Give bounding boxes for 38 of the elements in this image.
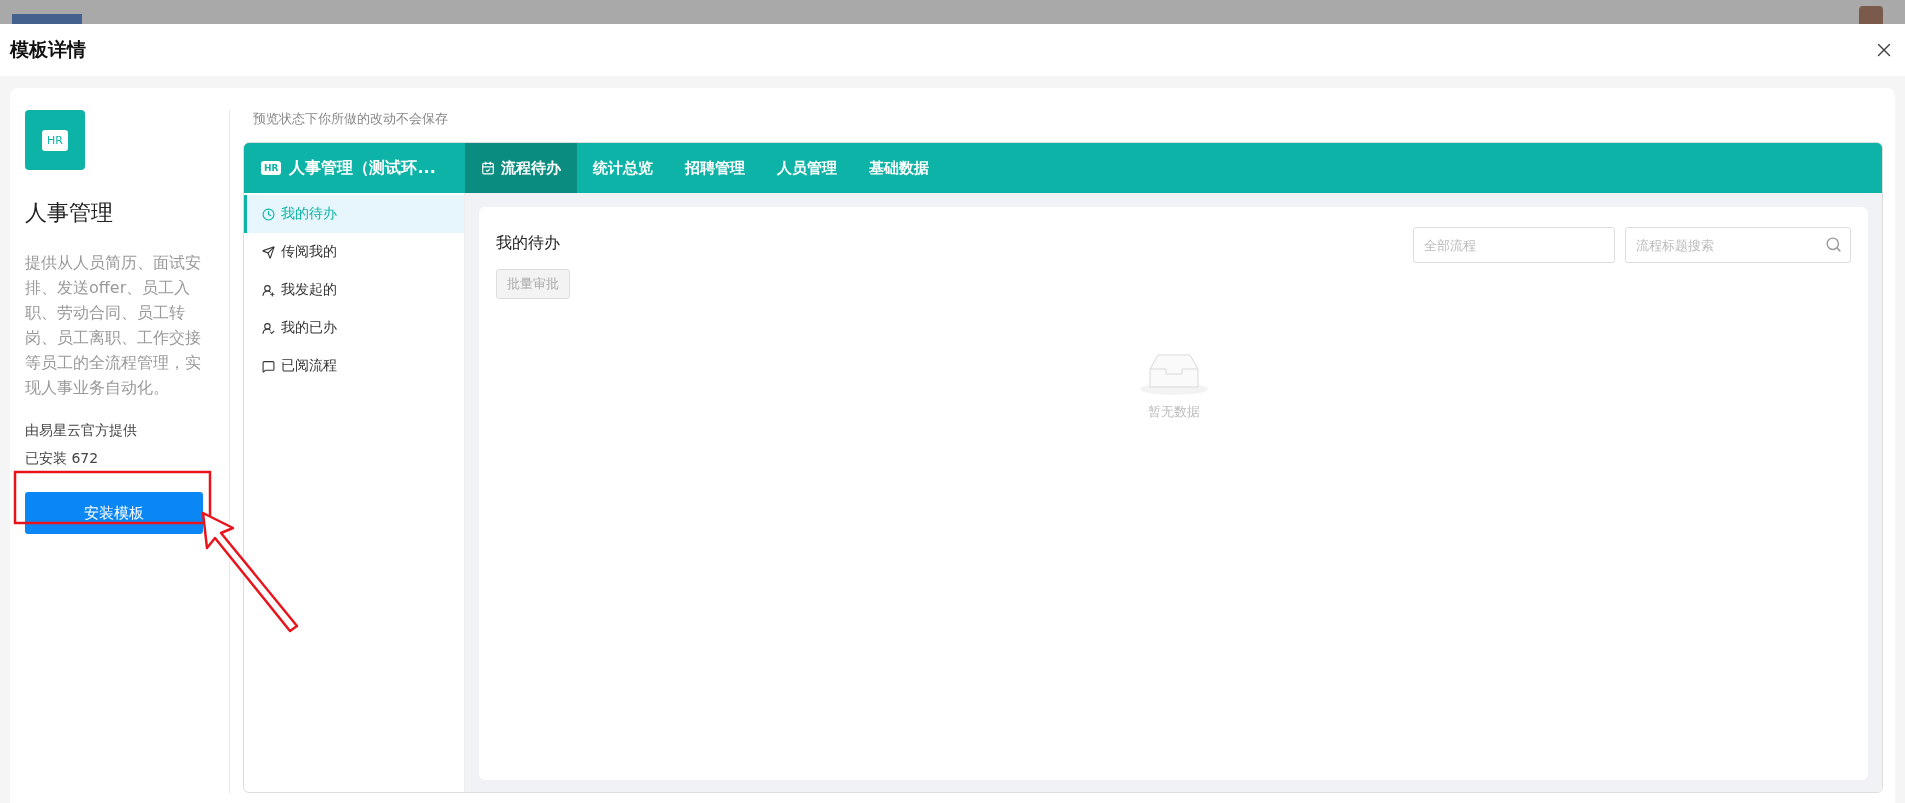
logo-icon [12, 14, 82, 24]
install-button[interactable]: 安装模板 [25, 492, 203, 534]
app-name: 人事管理（测试环... [289, 157, 436, 179]
nav-tab[interactable]: 基础数据 [853, 143, 945, 193]
nav-tab[interactable]: 人员管理 [761, 143, 853, 193]
user-check-icon [262, 321, 275, 335]
template-name: 人事管理 [25, 199, 114, 227]
avatar-icon [1859, 6, 1883, 24]
menu-item[interactable]: 我发起的 [244, 271, 464, 309]
message-icon [262, 359, 275, 373]
menu-label: 我发起的 [281, 281, 337, 299]
menu-label: 我的待办 [281, 205, 337, 223]
nav-tab[interactable]: 统计总览 [577, 143, 669, 193]
preview-note: 预览状态下你所做的改动不会保存 [253, 110, 449, 128]
menu-label: 我的已办 [281, 319, 337, 337]
nav-tab[interactable]: 流程待办 [465, 143, 577, 193]
search-field[interactable]: 流程标题搜索 [1625, 227, 1851, 263]
menu-item[interactable]: 我的已办 [244, 309, 464, 347]
provider-text: 由易星云官方提供 [25, 422, 138, 440]
user-plus-icon [262, 283, 275, 297]
menu-label: 传阅我的 [281, 243, 337, 261]
menu-item[interactable]: 已阅流程 [244, 347, 464, 385]
hr-badge: HR [261, 161, 282, 175]
process-filter[interactable]: 全部流程 [1413, 227, 1615, 263]
hr-badge: HR [42, 129, 68, 151]
send-icon [262, 245, 275, 259]
template-description: 提供从人员简历、面试安排、发送offer、员工入职、劳动合同、员工转岗、员工离职、工作交接等员工的全流程管理，实现人事业务自动化。 [25, 252, 202, 399]
panel-title: 我的待办 [496, 233, 560, 254]
clock-icon [262, 207, 275, 221]
search-icon [1825, 236, 1842, 253]
modal-title: 模板详情 [10, 37, 86, 62]
install-count: 已安装 672 [25, 450, 100, 468]
nav-tab[interactable]: 招聘管理 [669, 143, 761, 193]
calendar-check-icon [481, 161, 495, 175]
menu-item[interactable]: 我的待办 [244, 195, 464, 233]
menu-item[interactable]: 传阅我的 [244, 233, 464, 271]
menu-label: 已阅流程 [281, 357, 337, 375]
empty-text: 暂无数据 [1147, 403, 1200, 421]
